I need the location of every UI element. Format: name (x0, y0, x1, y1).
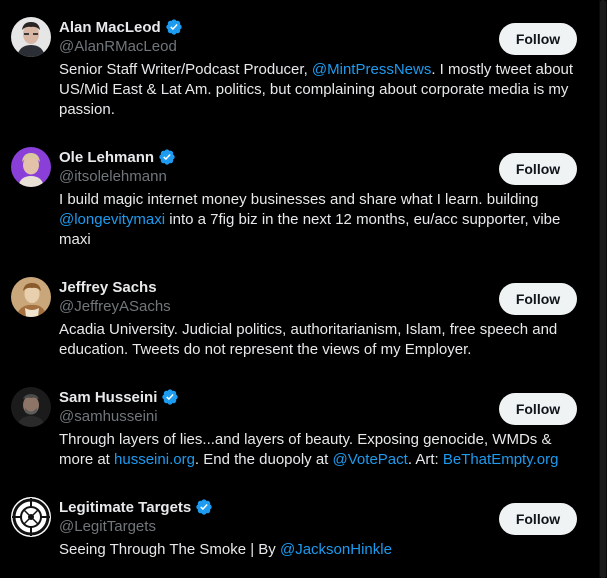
name-row: Ole Lehmann (59, 147, 176, 167)
follow-button[interactable]: Follow (499, 503, 577, 535)
user-handle[interactable]: @AlanRMacLeod (59, 38, 177, 55)
person-portrait-icon (11, 17, 51, 57)
verified-badge-icon (195, 498, 213, 516)
avatar[interactable] (11, 277, 51, 317)
user-bio: Acadia University. Judicial politics, au… (59, 320, 589, 360)
user-handle[interactable]: @samhusseini (59, 408, 158, 425)
bio-mention-link[interactable]: @VotePact (333, 451, 408, 468)
user-bio: Seeing Through The Smoke | By @JacksonHi… (59, 540, 589, 560)
user-cell[interactable]: Ole Lehmann @itsolelehmann Follow I buil… (0, 147, 599, 257)
display-name[interactable]: Jeffrey Sachs (59, 279, 157, 296)
avatar[interactable] (11, 497, 51, 537)
bio-text: . Art: (407, 451, 443, 468)
follow-button[interactable]: Follow (499, 283, 577, 315)
bio-text: I build magic internet money businesses … (59, 191, 539, 208)
bio-url-link[interactable]: husseini.org (114, 451, 195, 468)
user-cell[interactable]: Legitimate Targets @LegitTargets Follow … (0, 497, 599, 578)
avatar[interactable] (11, 17, 51, 57)
user-handle[interactable]: @JeffreyASachs (59, 298, 171, 315)
user-bio: I build magic internet money businesses … (59, 190, 589, 250)
user-cell[interactable]: Alan MacLeod @AlanRMacLeod Follow Senior… (0, 17, 599, 127)
verified-badge-icon (165, 18, 183, 36)
verified-badge-icon (158, 148, 176, 166)
painting-portrait-icon (11, 277, 51, 317)
person-portrait-icon (11, 147, 51, 187)
name-row: Legitimate Targets (59, 497, 213, 517)
user-handle[interactable]: @LegitTargets (59, 518, 156, 535)
crosshair-target-logo-icon (11, 497, 51, 537)
bio-text: Senior Staff Writer/Podcast Producer, (59, 61, 312, 78)
bio-text: Acadia University. Judicial politics, au… (59, 321, 558, 358)
follow-button[interactable]: Follow (499, 393, 577, 425)
avatar[interactable] (11, 147, 51, 187)
bio-mention-link[interactable]: @longevitymaxi (59, 211, 165, 228)
user-handle[interactable]: @itsolelehmann (59, 168, 167, 185)
who-to-follow-list: Alan MacLeod @AlanRMacLeod Follow Senior… (0, 0, 599, 578)
display-name[interactable]: Ole Lehmann (59, 149, 154, 166)
display-name[interactable]: Sam Husseini (59, 389, 157, 406)
verified-badge-icon (161, 388, 179, 406)
name-row: Alan MacLeod (59, 17, 183, 37)
scrollbar-thumb[interactable] (600, 0, 606, 578)
bio-text: Seeing Through The Smoke | By (59, 541, 280, 558)
display-name[interactable]: Legitimate Targets (59, 499, 191, 516)
bio-text: . End the duopoly at (194, 451, 333, 468)
user-bio: Senior Staff Writer/Podcast Producer, @M… (59, 60, 589, 120)
bio-url-link[interactable]: BeThatEmpty.org (443, 451, 559, 468)
display-name[interactable]: Alan MacLeod (59, 19, 161, 36)
bio-mention-link[interactable]: @JacksonHinkle (280, 541, 392, 558)
name-row: Sam Husseini (59, 387, 179, 407)
avatar[interactable] (11, 387, 51, 427)
bio-mention-link[interactable]: @MintPressNews (312, 61, 431, 78)
follow-button[interactable]: Follow (499, 153, 577, 185)
user-bio: Through layers of lies...and layers of b… (59, 430, 589, 470)
scrollbar[interactable] (599, 0, 607, 578)
name-row: Jeffrey Sachs (59, 277, 157, 297)
user-cell[interactable]: Sam Husseini @samhusseini Follow Through… (0, 387, 599, 487)
person-portrait-icon (11, 387, 51, 427)
user-cell[interactable]: Jeffrey Sachs @JeffreyASachs Follow Acad… (0, 277, 599, 367)
follow-button[interactable]: Follow (499, 23, 577, 55)
